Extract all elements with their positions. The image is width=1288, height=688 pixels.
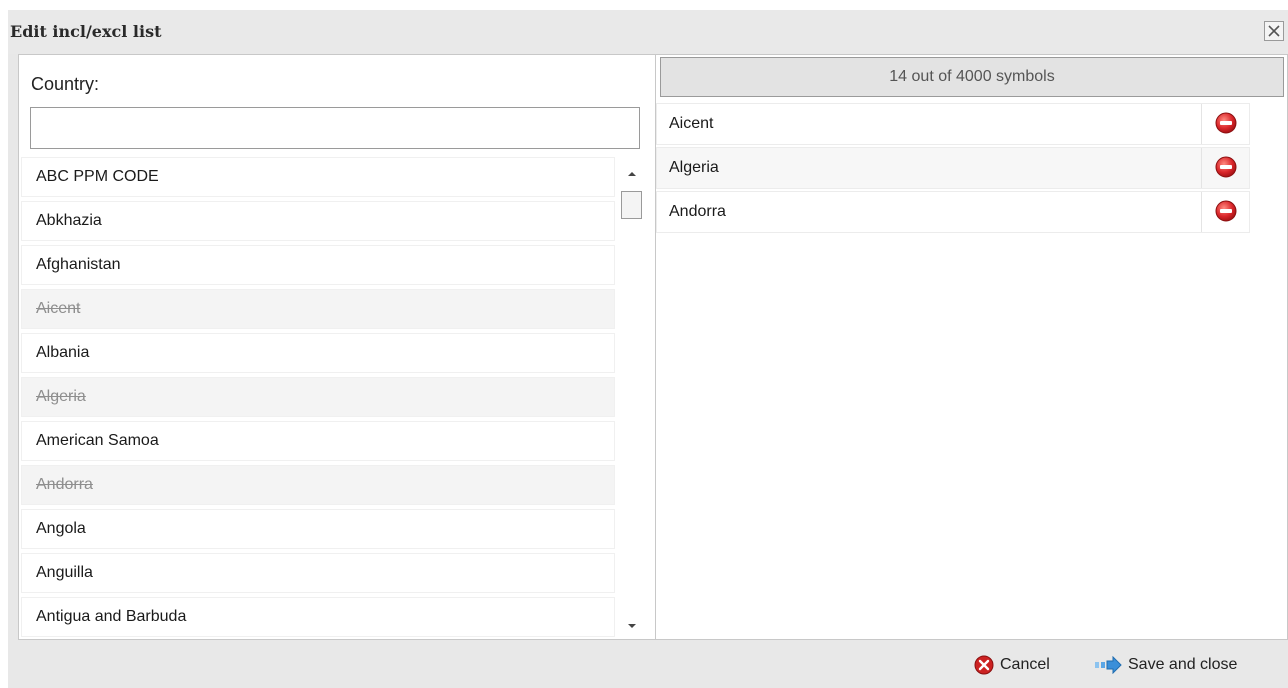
remove-minus-icon[interactable] <box>1215 200 1237 222</box>
edit-list-dialog: Edit incl/excl list Country: ABC PPM COD… <box>8 10 1288 688</box>
remove-minus-icon[interactable] <box>1215 156 1237 178</box>
country-picker-pane: Country: ABC PPM CODE Abkhazia Afghanistan… <box>19 55 655 639</box>
dialog-content: Country: ABC PPM CODE Abkhazia Afghanistan… <box>18 54 1288 640</box>
country-list-item[interactable]: Angola <box>21 509 615 549</box>
country-item-label: Algeria <box>36 388 86 405</box>
remove-cell <box>1201 104 1249 144</box>
selected-list-item: Aicent <box>656 103 1250 145</box>
country-list-scrollbar[interactable] <box>619 157 645 639</box>
country-list-item[interactable]: Abkhazia <box>21 201 615 241</box>
country-list-item[interactable]: Albania <box>21 333 615 373</box>
selected-item-label: Andorra <box>669 203 726 220</box>
country-list: ABC PPM CODE Abkhazia Afghanistan Aicent Alb… <box>21 157 615 637</box>
cancel-icon <box>974 655 994 675</box>
country-item-label: Anguilla <box>36 564 93 581</box>
country-filter-input[interactable] <box>30 107 640 149</box>
country-list-item[interactable]: Afghanistan <box>21 245 615 285</box>
save-and-close-label: Save and close <box>1128 656 1238 673</box>
remove-minus-icon[interactable] <box>1215 112 1237 134</box>
selected-list: Aicent Algeria Andorra <box>656 103 1250 235</box>
country-list-item[interactable]: American Samoa <box>21 421 615 461</box>
scroll-up-arrow-icon[interactable] <box>625 167 639 181</box>
country-list-item[interactable]: Aicent <box>21 289 615 329</box>
country-list-item[interactable]: Algeria <box>21 377 615 417</box>
remove-cell <box>1201 148 1249 188</box>
country-item-label: Aicent <box>36 300 81 317</box>
country-filter-label: Country: <box>31 74 100 94</box>
dialog-footer: Cancel Save and close <box>8 640 1288 688</box>
country-item-label: Afghanistan <box>36 256 121 273</box>
selected-list-item: Andorra <box>656 191 1250 233</box>
cancel-label: Cancel <box>1000 656 1050 673</box>
selected-item-label: Aicent <box>669 115 714 132</box>
selected-list-item: Algeria <box>656 147 1250 189</box>
close-button[interactable] <box>1264 21 1284 41</box>
selection-count-header: 14 out of 4000 symbols <box>660 57 1284 97</box>
save-and-close-button[interactable]: Save and close <box>1094 654 1237 676</box>
close-x-icon <box>1268 25 1280 37</box>
country-item-label: Antigua and Barbuda <box>36 608 187 625</box>
country-item-label: American Samoa <box>36 432 159 449</box>
arrow-right-icon <box>1095 656 1122 674</box>
selected-item-label: Algeria <box>669 159 719 176</box>
country-item-label: ABC PPM CODE <box>36 168 159 185</box>
country-list-item[interactable]: Andorra <box>21 465 615 505</box>
selected-pane: 14 out of 4000 symbols Aicent Algeria Ando… <box>656 55 1287 639</box>
remove-cell <box>1201 192 1249 232</box>
cancel-button[interactable]: Cancel <box>974 654 1050 676</box>
scroll-thumb[interactable] <box>621 191 642 219</box>
country-item-label: Albania <box>36 344 90 361</box>
country-list-item[interactable]: Antigua and Barbuda <box>21 597 615 637</box>
dialog-titlebar: Edit incl/excl list <box>8 10 1288 54</box>
country-list-item[interactable]: Anguilla <box>21 553 615 593</box>
dialog-title: Edit incl/excl list <box>10 22 162 41</box>
country-list-item[interactable]: ABC PPM CODE <box>21 157 615 197</box>
country-item-label: Abkhazia <box>36 212 102 229</box>
scroll-down-arrow-icon[interactable] <box>625 619 639 633</box>
country-item-label: Andorra <box>36 476 93 493</box>
country-item-label: Angola <box>36 520 86 537</box>
